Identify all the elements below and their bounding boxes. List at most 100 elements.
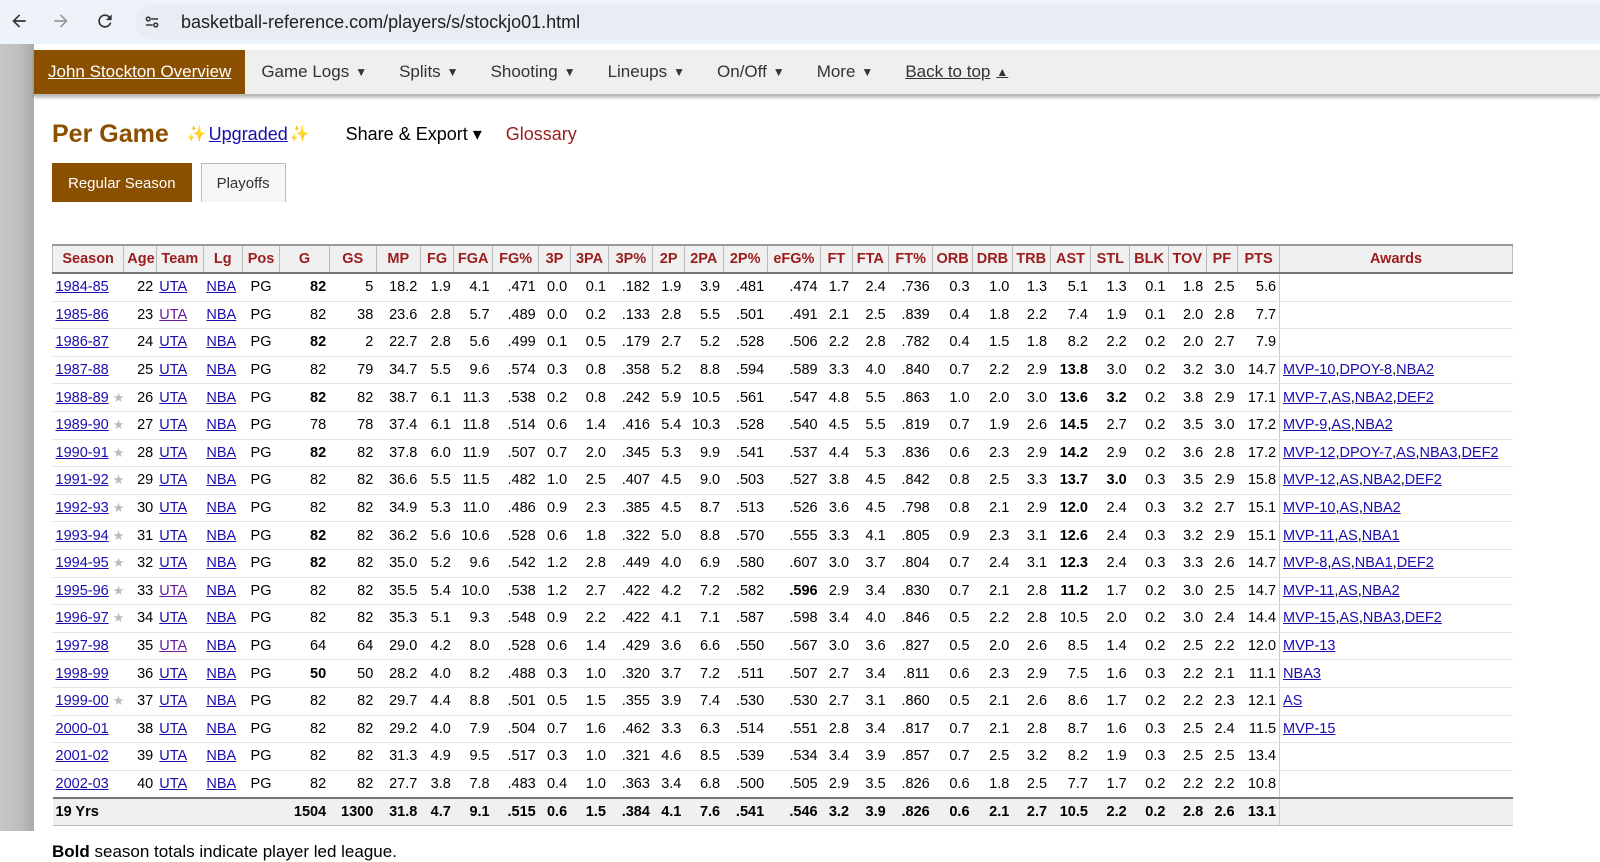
team-link[interactable]: UTA: [159, 721, 187, 737]
award-link[interactable]: AS: [1331, 555, 1350, 571]
column-header[interactable]: G: [279, 244, 330, 274]
column-header[interactable]: FG%: [492, 244, 540, 274]
column-header[interactable]: Lg: [202, 244, 243, 274]
award-link[interactable]: NBA2: [1396, 362, 1434, 378]
league-link[interactable]: NBA: [206, 583, 236, 599]
season-link[interactable]: 2000-01: [56, 721, 109, 737]
column-header[interactable]: TOV: [1167, 244, 1207, 274]
column-header[interactable]: Team: [155, 244, 204, 274]
league-link[interactable]: NBA: [206, 666, 236, 682]
column-header[interactable]: FT: [820, 244, 853, 274]
award-link[interactable]: MVP-7: [1283, 390, 1327, 406]
team-link[interactable]: UTA: [159, 666, 187, 682]
address-bar[interactable]: basketball-reference.com/players/s/stock…: [135, 4, 1600, 40]
column-header[interactable]: 2P: [652, 244, 685, 274]
season-link[interactable]: 2002-03: [56, 776, 109, 792]
season-link[interactable]: 1998-99: [56, 666, 109, 682]
award-link[interactable]: NBA1: [1362, 528, 1400, 544]
column-header[interactable]: STL: [1090, 244, 1131, 274]
team-link[interactable]: UTA: [159, 500, 187, 516]
league-link[interactable]: NBA: [206, 334, 236, 350]
award-link[interactable]: MVP-11: [1283, 528, 1334, 544]
season-link[interactable]: 1994-95: [56, 555, 109, 571]
column-header[interactable]: 3PA: [569, 244, 610, 274]
team-link[interactable]: UTA: [159, 555, 187, 571]
site-settings-icon[interactable]: [135, 5, 169, 39]
team-link[interactable]: UTA: [159, 445, 187, 461]
column-header[interactable]: BLK: [1129, 244, 1169, 274]
award-link[interactable]: AS: [1338, 528, 1357, 544]
award-link[interactable]: DEF2: [1397, 555, 1434, 571]
league-link[interactable]: NBA: [206, 307, 236, 323]
column-header[interactable]: MP: [375, 244, 421, 274]
column-header[interactable]: ORB: [932, 244, 974, 274]
season-link[interactable]: 1989-90: [56, 417, 109, 433]
team-link[interactable]: UTA: [159, 528, 187, 544]
column-header[interactable]: PF: [1205, 244, 1239, 274]
column-header[interactable]: eFG%: [766, 244, 822, 274]
award-link[interactable]: NBA2: [1362, 583, 1400, 599]
column-header[interactable]: TRB: [1011, 244, 1051, 274]
subnav-item[interactable]: More ▼: [801, 50, 890, 94]
award-link[interactable]: AS: [1338, 583, 1357, 599]
subnav-item[interactable]: Shooting ▼: [475, 50, 592, 94]
league-link[interactable]: NBA: [206, 638, 236, 654]
league-link[interactable]: NBA: [206, 528, 236, 544]
league-link[interactable]: NBA: [206, 390, 236, 406]
league-link[interactable]: NBA: [206, 472, 236, 488]
league-link[interactable]: NBA: [206, 445, 236, 461]
forward-icon[interactable]: [48, 8, 74, 34]
subnav-item[interactable]: On/Off ▼: [701, 50, 801, 94]
team-link[interactable]: UTA: [159, 307, 187, 323]
season-link[interactable]: 2001-02: [56, 748, 109, 764]
league-link[interactable]: NBA: [206, 279, 236, 295]
column-header[interactable]: Awards: [1279, 244, 1513, 274]
team-link[interactable]: UTA: [159, 417, 187, 433]
team-link[interactable]: UTA: [159, 334, 187, 350]
column-header[interactable]: Season: [51, 244, 125, 274]
league-link[interactable]: NBA: [206, 417, 236, 433]
league-link[interactable]: NBA: [206, 362, 236, 378]
award-link[interactable]: AS: [1331, 390, 1350, 406]
subnav-item[interactable]: John Stockton Overview: [34, 50, 246, 94]
season-link[interactable]: 1991-92: [56, 472, 109, 488]
tab-playoffs[interactable]: Playoffs: [200, 163, 286, 202]
reload-icon[interactable]: [92, 8, 118, 34]
column-header[interactable]: 2P%: [722, 244, 768, 274]
subnav-item[interactable]: Game Logs ▼: [245, 50, 383, 94]
column-header[interactable]: 3P%: [608, 244, 654, 274]
award-link[interactable]: DEF2: [1461, 445, 1498, 461]
subnav-item[interactable]: Splits ▼: [383, 50, 474, 94]
award-link[interactable]: MVP-12: [1283, 445, 1335, 461]
team-link[interactable]: UTA: [159, 472, 187, 488]
season-link[interactable]: 1992-93: [56, 500, 109, 516]
award-link[interactable]: MVP-8: [1283, 555, 1327, 571]
column-header[interactable]: 3P: [538, 244, 571, 274]
season-link[interactable]: 1999-00: [56, 693, 109, 709]
award-link[interactable]: MVP-13: [1283, 638, 1335, 654]
award-link[interactable]: DEF2: [1405, 610, 1442, 626]
column-header[interactable]: FG: [419, 244, 455, 274]
subnav-item[interactable]: Lineups ▼: [592, 50, 701, 94]
column-header[interactable]: 2PA: [683, 244, 724, 274]
glossary-link[interactable]: Glossary: [506, 124, 577, 145]
season-link[interactable]: 1985-86: [56, 307, 109, 323]
season-link[interactable]: 1993-94: [56, 528, 109, 544]
column-header[interactable]: PTS: [1237, 244, 1281, 274]
column-header[interactable]: AST: [1049, 244, 1092, 274]
team-link[interactable]: UTA: [159, 748, 187, 764]
award-link[interactable]: NBA3: [1283, 666, 1321, 682]
season-link[interactable]: 1988-89: [56, 390, 109, 406]
award-link[interactable]: MVP-10: [1283, 500, 1335, 516]
team-link[interactable]: UTA: [159, 362, 187, 378]
column-header[interactable]: DRB: [972, 244, 1013, 274]
award-link[interactable]: AS: [1396, 445, 1415, 461]
award-link[interactable]: NBA3: [1420, 445, 1458, 461]
award-link[interactable]: MVP-12: [1283, 472, 1335, 488]
team-link[interactable]: UTA: [159, 279, 187, 295]
team-link[interactable]: UTA: [159, 610, 187, 626]
award-link[interactable]: AS: [1283, 693, 1302, 709]
award-link[interactable]: NBA2: [1363, 472, 1401, 488]
tab-regular-season[interactable]: Regular Season: [52, 163, 192, 202]
award-link[interactable]: NBA1: [1355, 555, 1393, 571]
